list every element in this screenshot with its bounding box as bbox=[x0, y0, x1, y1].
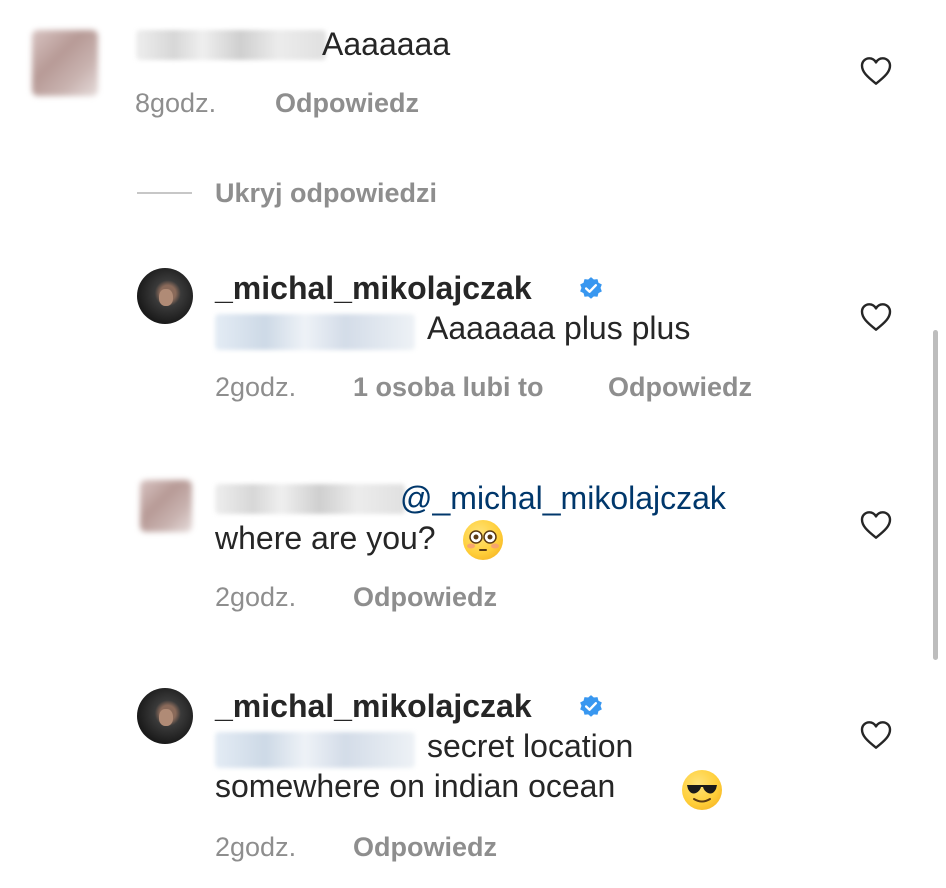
avatar[interactable] bbox=[137, 688, 193, 744]
comments-thread: Aaaaaaa 8godz. Odpowiedz Ukryj odpowiedz… bbox=[0, 0, 946, 888]
reply-button[interactable]: Odpowiedz bbox=[608, 372, 752, 403]
reply-button[interactable]: Odpowiedz bbox=[353, 582, 497, 613]
comment-timestamp: 2godz. bbox=[215, 372, 297, 402]
likes-count-button[interactable]: 1 osoba lubi to bbox=[353, 372, 544, 403]
avatar[interactable] bbox=[140, 480, 192, 532]
comment-text-line-2: somewhere on indian ocean bbox=[215, 768, 616, 804]
avatar[interactable] bbox=[137, 268, 193, 324]
comment-text: Aaaaaaa plus plus bbox=[427, 310, 691, 346]
hide-replies-button[interactable]: Ukryj odpowiedzi bbox=[215, 178, 437, 209]
heart-outline-icon[interactable] bbox=[860, 56, 892, 86]
username-redacted[interactable] bbox=[215, 484, 405, 514]
comment-timestamp: 2godz. bbox=[215, 832, 297, 862]
username[interactable]: _michal_mikolajczak bbox=[215, 688, 532, 725]
verified-badge-icon bbox=[580, 695, 602, 717]
reply-button[interactable]: Odpowiedz bbox=[275, 88, 419, 119]
reply-button[interactable]: Odpowiedz bbox=[353, 832, 497, 863]
comment-timestamp: 2godz. bbox=[215, 582, 297, 612]
verified-badge-icon bbox=[580, 277, 602, 299]
username[interactable]: _michal_mikolajczak bbox=[215, 270, 532, 307]
heart-outline-icon[interactable] bbox=[860, 510, 892, 540]
comment-timestamp: 8godz. bbox=[135, 88, 217, 118]
mention-link[interactable]: @_michal_mikolajczak bbox=[400, 480, 726, 517]
flushed-face-emoji bbox=[463, 520, 503, 560]
heart-outline-icon[interactable] bbox=[860, 302, 892, 332]
username-redacted[interactable] bbox=[136, 30, 326, 60]
heart-outline-icon[interactable] bbox=[860, 720, 892, 750]
mention-redacted[interactable] bbox=[215, 732, 415, 768]
avatar[interactable] bbox=[32, 30, 98, 96]
replies-divider bbox=[137, 192, 192, 194]
comment-text: Aaaaaaa bbox=[322, 26, 451, 62]
sunglasses-face-emoji bbox=[682, 770, 722, 810]
mention-redacted[interactable] bbox=[215, 314, 415, 350]
comment-text: where are you? bbox=[215, 520, 436, 556]
comment-text-line-1: secret location bbox=[427, 728, 634, 764]
scrollbar[interactable] bbox=[933, 330, 938, 660]
